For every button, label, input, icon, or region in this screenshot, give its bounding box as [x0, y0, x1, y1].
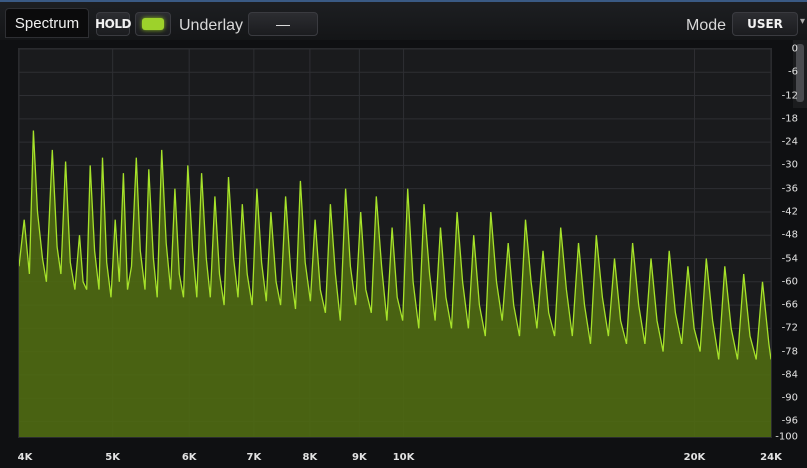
x-tick-label: 24K	[760, 452, 782, 463]
hold-toggle-button[interactable]	[135, 12, 171, 36]
y-tick-label: -12	[781, 90, 798, 102]
x-tick-label: 9K	[351, 452, 367, 463]
chevron-down-icon[interactable]: ▾	[800, 16, 805, 27]
y-tick-label: -78	[781, 346, 798, 358]
y-tick-label: -100	[775, 431, 798, 443]
y-tick-label: -18	[781, 113, 798, 125]
toolbar: Spectrum HOLD Underlay — Mode USER ▾	[0, 0, 807, 40]
mode-select[interactable]: USER	[732, 12, 798, 36]
mode-label: Mode	[686, 17, 727, 34]
y-tick-label: -66	[781, 299, 798, 311]
y-tick-label: -48	[781, 229, 798, 241]
underlay-label: Underlay	[179, 17, 244, 34]
y-tick-label: -24	[781, 136, 798, 148]
y-tick-label: -54	[781, 253, 798, 265]
toggle-led-icon	[142, 18, 164, 30]
x-tick-label: 5K	[105, 452, 120, 463]
hold-button[interactable]: HOLD	[95, 12, 131, 36]
y-tick-label: -6	[788, 66, 798, 78]
x-tick-label: 10K	[392, 452, 415, 463]
y-tick-label: -96	[781, 415, 798, 427]
spectrum-area	[19, 130, 771, 437]
x-tick-label: 7K	[246, 452, 262, 463]
y-tick-label: -60	[781, 276, 798, 288]
y-tick-label: 0	[791, 43, 798, 55]
tab-spectrum[interactable]: Spectrum	[5, 8, 89, 38]
x-tick-label: 20K	[683, 452, 706, 463]
x-tick-label: 6K	[181, 452, 197, 463]
spectrum-plot[interactable]	[18, 48, 772, 438]
y-tick-label: -36	[781, 183, 798, 195]
y-tick-label: -42	[781, 206, 798, 218]
y-tick-label: -30	[781, 159, 798, 171]
y-tick-label: -90	[781, 392, 798, 404]
x-tick-label: 4K	[17, 452, 33, 463]
x-tick-label: 8K	[302, 452, 318, 463]
y-tick-label: -72	[781, 322, 798, 334]
underlay-select[interactable]: —	[248, 12, 318, 36]
y-tick-label: -84	[781, 369, 798, 381]
spectrum-chart	[19, 49, 771, 437]
